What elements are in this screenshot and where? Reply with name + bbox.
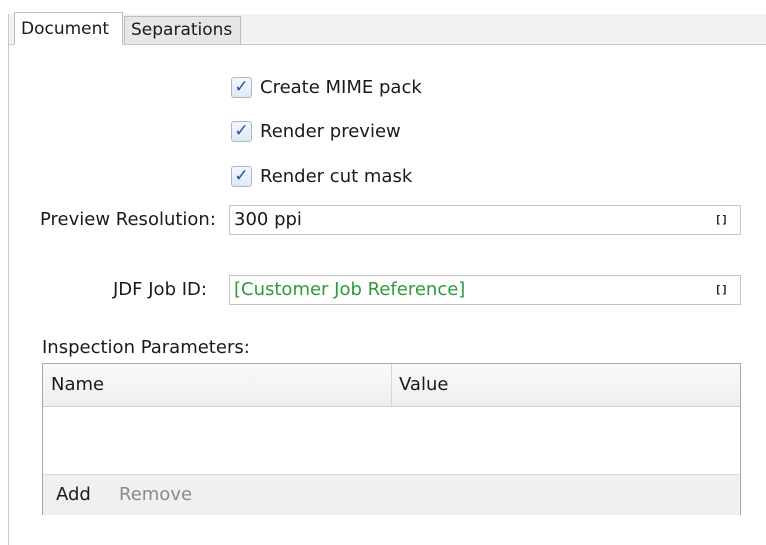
checkmark-icon: ✓ [234,76,249,97]
jdf-job-id-field[interactable]: [Customer Job Reference] [] [229,275,741,305]
table-body[interactable] [43,407,740,473]
checkmark-icon: ✓ [234,165,249,186]
preview-resolution-label: Preview Resolution: [40,209,216,230]
create-mime-pack-option[interactable]: ✓ Create MIME pack [231,74,422,100]
variable-picker-icon[interactable]: [] [715,276,728,304]
add-button[interactable]: Add [56,475,91,515]
checkmark-icon: ✓ [234,120,249,141]
preview-resolution-value: 300 ppi [234,209,302,230]
panel-left-border [8,14,9,545]
jdf-job-id-value: [Customer Job Reference] [234,279,466,300]
render-cut-mask-option[interactable]: ✓ Render cut mask [231,163,412,189]
tab-document[interactable]: Document [14,12,123,45]
tab-separations[interactable]: Separations [124,16,241,44]
column-header-name[interactable]: Name [43,364,392,406]
preview-resolution-field[interactable]: 300 ppi [] [229,205,741,235]
create-mime-pack-checkbox[interactable]: ✓ [231,76,252,98]
jdf-job-id-label: JDF Job ID: [113,279,207,300]
render-preview-option[interactable]: ✓ Render preview [231,118,401,144]
table-actions: Add Remove [43,474,740,515]
inspection-parameters-label: Inspection Parameters: [42,337,250,358]
column-header-value[interactable]: Value [392,364,740,406]
variable-picker-icon[interactable]: [] [715,206,728,234]
inspection-parameters-table: Name Value Add Remove [42,363,741,515]
create-mime-pack-label: Create MIME pack [260,76,422,98]
table-header: Name Value [43,364,740,407]
render-cut-mask-label: Render cut mask [260,165,413,187]
render-preview-label: Render preview [260,120,401,142]
render-preview-checkbox[interactable]: ✓ [231,120,252,142]
remove-button[interactable]: Remove [119,475,192,515]
render-cut-mask-checkbox[interactable]: ✓ [231,165,252,187]
